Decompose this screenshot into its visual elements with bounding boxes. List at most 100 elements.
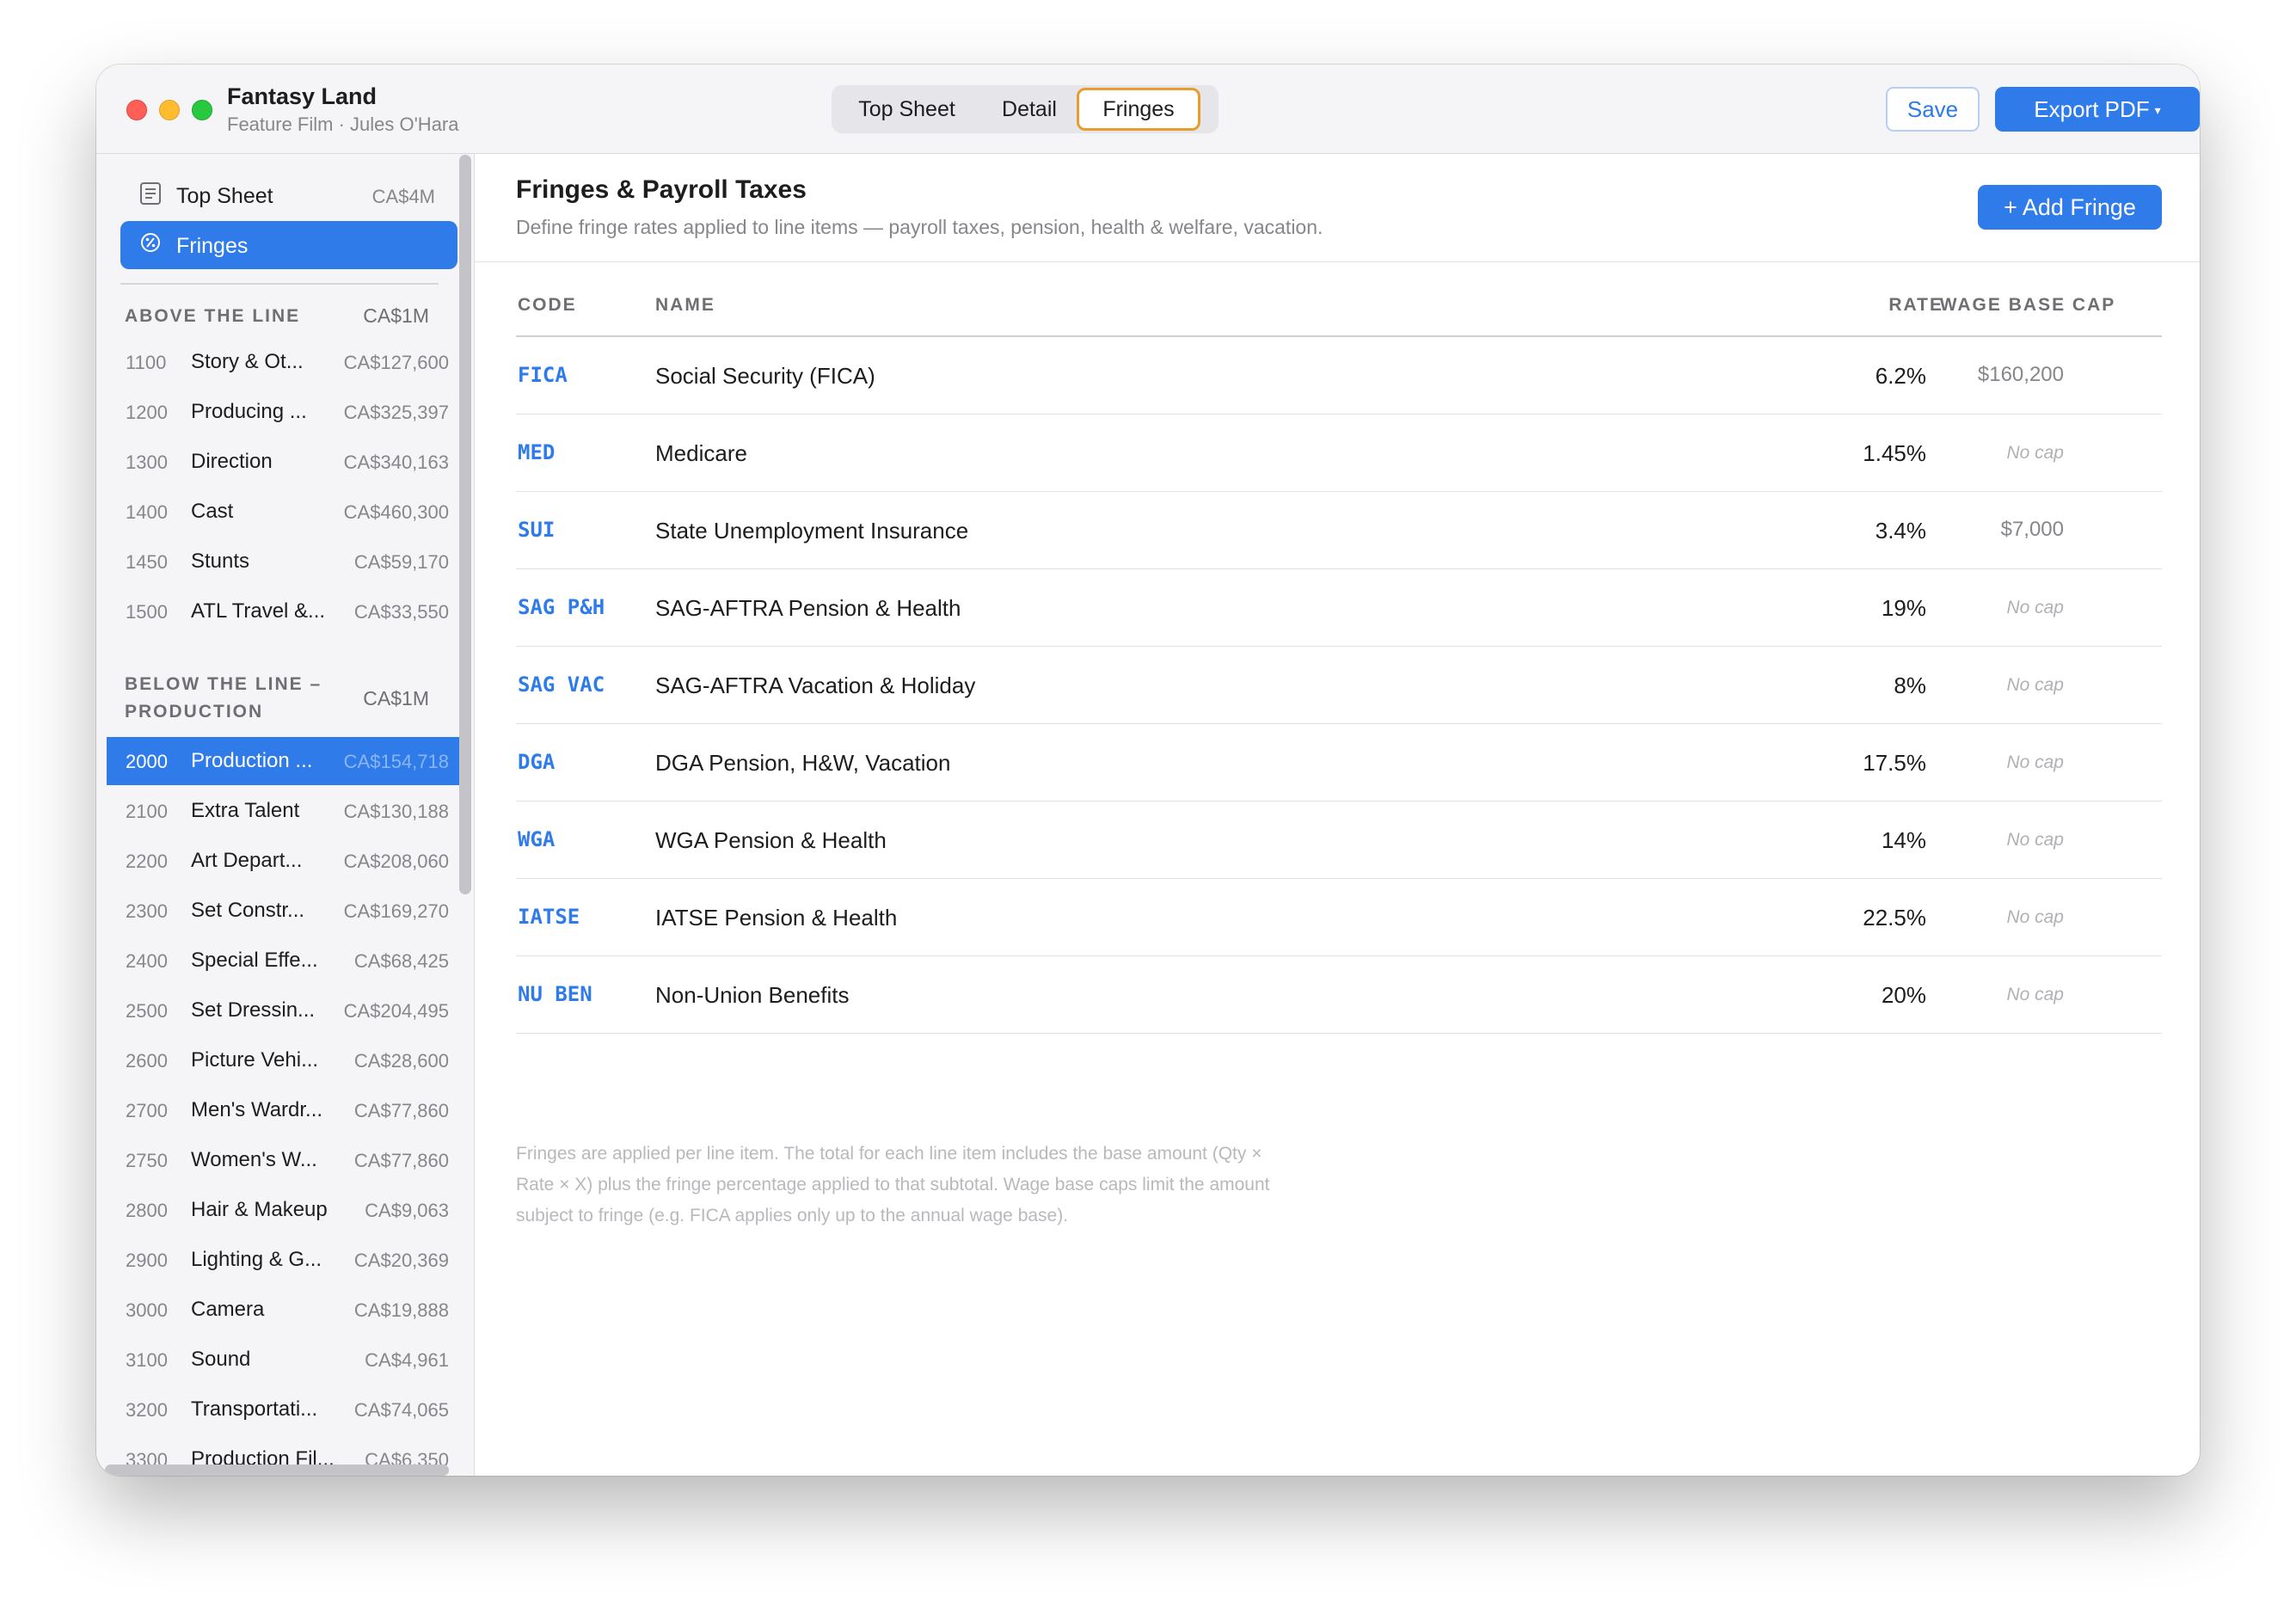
account-code: 2900 bbox=[126, 1250, 168, 1271]
fringes-table: CODE NAME RATE WAGE BASE CAP FICA Social … bbox=[516, 266, 2162, 1034]
project-subtitle: Feature Film · Jules O'Hara bbox=[227, 114, 459, 135]
sidebar-account-row[interactable]: 1200 Producing ... CA$325,397 bbox=[107, 388, 459, 436]
account-name: Art Depart... bbox=[191, 849, 303, 872]
sidebar-account-row[interactable]: 2000 Production ... CA$154,718 bbox=[107, 737, 459, 785]
account-code: 3000 bbox=[126, 1299, 168, 1321]
sidebar-account-row[interactable]: 2600 Picture Vehi... CA$28,600 bbox=[107, 1036, 459, 1084]
fringe-code: SAG VAC bbox=[518, 673, 605, 697]
minimize-window-button[interactable] bbox=[159, 100, 180, 120]
account-amount: CA$4,961 bbox=[365, 1349, 449, 1371]
fringe-wage-cap: $7,000 bbox=[2000, 518, 2064, 541]
sidebar-account-row[interactable]: 1450 Stunts CA$59,170 bbox=[107, 537, 459, 586]
sidebar-item-amount: CA$4M bbox=[371, 186, 435, 207]
account-amount: CA$20,369 bbox=[353, 1250, 449, 1271]
account-name: Special Effe... bbox=[191, 949, 318, 972]
section-total: CA$1M bbox=[363, 687, 429, 709]
account-name: Hair & Makeup bbox=[191, 1198, 328, 1221]
sidebar-account-row[interactable]: 1100 Story & Ot... CA$127,600 bbox=[107, 338, 459, 386]
table-row[interactable]: DGA DGA Pension, H&W, Vacation 17.5% No cap bbox=[516, 724, 2162, 802]
table-row[interactable]: SUI State Unemployment Insurance 3.4% $7,00… bbox=[516, 492, 2162, 569]
sidebar-account-row[interactable]: 1400 Cast CA$460,300 bbox=[107, 488, 459, 536]
panel-header: Fringes & Payroll Taxes Define fringe ra… bbox=[475, 154, 2200, 262]
account-amount: CA$77,860 bbox=[353, 1100, 449, 1121]
sidebar-item-fringes[interactable]: Fringes bbox=[120, 221, 457, 269]
fringe-wage-cap: No cap bbox=[2006, 443, 2064, 463]
fringe-code: DGA bbox=[518, 750, 556, 774]
sidebar-item-top-sheet[interactable]: Top Sheet CA$4M bbox=[120, 171, 457, 219]
sidebar: Top Sheet CA$4M Fringes ABOVE THE LINE C… bbox=[96, 154, 475, 1476]
page-title: Fringes & Payroll Taxes bbox=[516, 175, 807, 204]
sidebar-account-row[interactable]: 3200 Transportati... CA$74,065 bbox=[107, 1385, 459, 1434]
section-header-btl-line1: BELOW THE LINE – bbox=[125, 674, 322, 694]
table-row[interactable]: WGA WGA Pension & Health 14% No cap bbox=[516, 802, 2162, 879]
sidebar-account-row[interactable]: 2100 Extra Talent CA$130,188 bbox=[107, 787, 459, 835]
account-code: 2600 bbox=[126, 1050, 168, 1072]
sidebar-account-row[interactable]: 3000 Camera CA$19,888 bbox=[107, 1286, 459, 1334]
close-window-button[interactable] bbox=[126, 100, 147, 120]
sidebar-horizontal-scrollbar[interactable] bbox=[105, 1465, 449, 1476]
save-button[interactable]: Save bbox=[1886, 87, 1980, 132]
percent-badge-icon bbox=[141, 233, 160, 252]
table-header: CODE NAME RATE WAGE BASE CAP bbox=[516, 266, 2162, 337]
tab-detail[interactable]: Detail bbox=[982, 88, 1077, 131]
account-amount: CA$460,300 bbox=[343, 501, 449, 523]
fringe-name: IATSE Pension & Health bbox=[655, 905, 898, 930]
account-name: Women's W... bbox=[191, 1148, 317, 1171]
table-row[interactable]: FICA Social Security (FICA) 6.2% $160,200 bbox=[516, 337, 2162, 415]
account-amount: CA$33,550 bbox=[353, 601, 449, 623]
footnote: Fringes are applied per line item. The t… bbox=[516, 1139, 1376, 1231]
sidebar-account-row[interactable]: 2500 Set Dressin... CA$204,495 bbox=[107, 986, 459, 1035]
fringe-wage-cap: No cap bbox=[2006, 598, 2064, 617]
footnote-line: Fringes are applied per line item. The t… bbox=[516, 1144, 1262, 1164]
sidebar-account-row[interactable]: 2700 Men's Wardr... CA$77,860 bbox=[107, 1086, 459, 1134]
table-body: FICA Social Security (FICA) 6.2% $160,200 ME… bbox=[516, 337, 2162, 1034]
table-row[interactable]: SAG P&H SAG-AFTRA Pension & Health 19% No c… bbox=[516, 569, 2162, 647]
fringe-code: IATSE bbox=[518, 905, 580, 929]
sidebar-account-row[interactable]: 1500 ATL Travel &... CA$33,550 bbox=[107, 587, 459, 636]
account-code: 2500 bbox=[126, 1000, 168, 1022]
table-row[interactable]: IATSE IATSE Pension & Health 22.5% No cap bbox=[516, 879, 2162, 956]
column-header-name[interactable]: NAME bbox=[655, 295, 715, 316]
account-code: 1200 bbox=[126, 402, 168, 423]
sidebar-account-row[interactable]: 2400 Special Effe... CA$68,425 bbox=[107, 937, 459, 985]
chevron-down-icon: ▾ bbox=[2154, 103, 2161, 117]
account-amount: CA$59,170 bbox=[353, 551, 449, 573]
add-fringe-button[interactable]: + Add Fringe bbox=[1978, 185, 2162, 230]
account-code: 2700 bbox=[126, 1100, 168, 1121]
fringe-name: SAG-AFTRA Vacation & Holiday bbox=[655, 673, 976, 698]
column-header-code[interactable]: CODE bbox=[518, 295, 577, 316]
account-amount: CA$19,888 bbox=[353, 1299, 449, 1321]
account-code: 2200 bbox=[126, 851, 168, 872]
fringe-code: FICA bbox=[518, 363, 568, 387]
sidebar-account-row[interactable]: 1300 Direction CA$340,163 bbox=[107, 438, 459, 486]
sidebar-item-label: Fringes bbox=[176, 234, 249, 258]
fringe-name: SAG-AFTRA Pension & Health bbox=[655, 595, 961, 621]
account-code: 1400 bbox=[126, 501, 168, 523]
main-panel: Fringes & Payroll Taxes Define fringe ra… bbox=[475, 154, 2200, 1476]
table-row[interactable]: NU BEN Non-Union Benefits 20% No cap bbox=[516, 956, 2162, 1034]
title-bar: Fantasy Land Feature Film · Jules O'Hara… bbox=[96, 64, 2200, 154]
table-row[interactable]: SAG VAC SAG-AFTRA Vacation & Holiday 8% No … bbox=[516, 647, 2162, 724]
fringe-wage-cap: No cap bbox=[2006, 985, 2064, 1004]
table-row[interactable]: MED Medicare 1.45% No cap bbox=[516, 415, 2162, 492]
account-name: Lighting & G... bbox=[191, 1248, 322, 1271]
sidebar-account-row[interactable]: 2900 Lighting & G... CA$20,369 bbox=[107, 1236, 459, 1284]
sidebar-account-row[interactable]: 3100 Sound CA$4,961 bbox=[107, 1336, 459, 1384]
account-amount: CA$208,060 bbox=[343, 851, 449, 872]
tab-top-sheet[interactable]: Top Sheet bbox=[832, 88, 982, 131]
sidebar-vertical-scrollbar[interactable] bbox=[459, 155, 471, 894]
app-window: Fantasy Land Feature Film · Jules O'Hara… bbox=[96, 64, 2200, 1476]
column-header-wage-base-cap[interactable]: WAGE BASE CAP bbox=[1830, 295, 2200, 316]
zoom-window-button[interactable] bbox=[192, 100, 212, 120]
account-amount: CA$130,188 bbox=[343, 801, 449, 822]
account-name: Producing ... bbox=[191, 400, 307, 423]
tab-fringes[interactable]: Fringes bbox=[1077, 88, 1200, 131]
project-title: Fantasy Land bbox=[227, 83, 378, 109]
sidebar-account-row[interactable]: 2750 Women's W... CA$77,860 bbox=[107, 1136, 459, 1184]
sidebar-account-row[interactable]: 2300 Set Constr... CA$169,270 bbox=[107, 887, 459, 935]
account-amount: CA$68,425 bbox=[353, 950, 449, 972]
sidebar-account-row[interactable]: 2800 Hair & Makeup CA$9,063 bbox=[107, 1186, 459, 1234]
account-code: 1500 bbox=[126, 601, 168, 623]
export-pdf-button[interactable]: Export PDF ▾ bbox=[1995, 87, 2200, 132]
sidebar-account-row[interactable]: 2200 Art Depart... CA$208,060 bbox=[107, 837, 459, 885]
